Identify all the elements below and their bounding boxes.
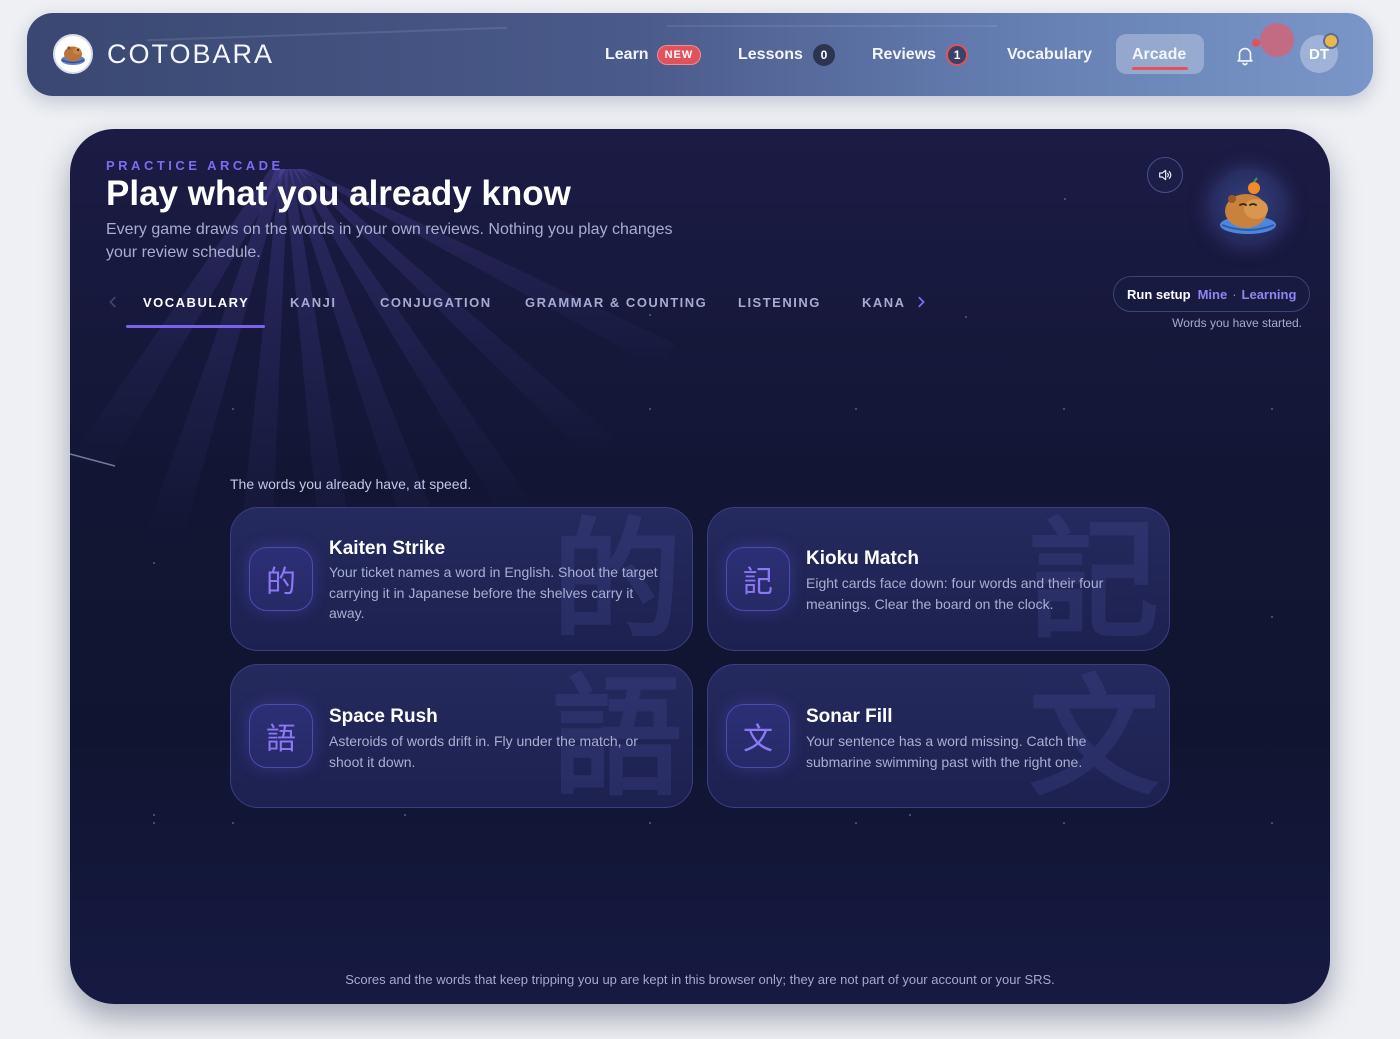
page-subtitle: Every game draws on the words in your ow… bbox=[106, 221, 673, 261]
nav-lessons[interactable]: Lessons 0 bbox=[738, 42, 835, 68]
notification-dot bbox=[1252, 39, 1260, 47]
top-navigation-bar: COTOBARA Learn NEW Lessons 0 Reviews 1 V… bbox=[27, 13, 1373, 96]
reviews-count-badge: 1 bbox=[946, 44, 969, 66]
tab-kanji[interactable]: KANJI bbox=[290, 295, 337, 310]
page-title: Play what you already know bbox=[106, 174, 571, 213]
game-description: Your sentence has a word missing. Catch … bbox=[806, 733, 1087, 770]
game-card-sonar-fill[interactable]: 文 文 Sonar Fill Your sentence has a word … bbox=[707, 664, 1170, 808]
game-card-space-rush[interactable]: 語 語 Space Rush Asteroids of words drift … bbox=[230, 664, 693, 808]
privacy-footnote: Scores and the words that keep tripping … bbox=[345, 972, 1055, 987]
tab-conjugation[interactable]: CONJUGATION bbox=[380, 295, 492, 310]
speaker-icon bbox=[1159, 169, 1172, 181]
nav-arcade-label: Arcade bbox=[1132, 46, 1187, 63]
tab-kana[interactable]: KANA bbox=[862, 295, 906, 310]
game-description: Asteroids of words drift in. Fly under t… bbox=[329, 733, 638, 770]
sound-toggle-button[interactable] bbox=[1147, 157, 1183, 193]
nav-vocabulary[interactable]: Vocabulary bbox=[1007, 42, 1092, 68]
game-title: Kaiten Strike bbox=[329, 538, 446, 559]
chevron-right-icon[interactable] bbox=[914, 295, 928, 309]
game-title: Sonar Fill bbox=[806, 706, 893, 727]
active-tab-underline bbox=[126, 325, 265, 328]
game-description: Your ticket names a word in English. Sho… bbox=[329, 564, 658, 621]
kanji-glyph-icon: 語 bbox=[249, 704, 313, 768]
tab-grammar-counting[interactable]: GRAMMAR & COUNTING bbox=[525, 295, 707, 310]
game-card-kaiten-strike[interactable]: 的 的 Kaiten Strike Your ticket names a wo… bbox=[230, 507, 693, 651]
game-card-kioku-match[interactable]: 記 記 Kioku Match Eight cards face down: f… bbox=[707, 507, 1170, 651]
kanji-glyph-icon: 文 bbox=[726, 704, 790, 768]
section-lede: The words you already have, at speed. bbox=[230, 476, 472, 492]
run-setup-separator: · bbox=[1232, 286, 1237, 302]
main-nav: Learn NEW Lessons 0 Reviews 1 Vocabulary… bbox=[27, 13, 1373, 96]
run-setup-scope: Learning bbox=[1241, 286, 1297, 302]
nav-learn-label: Learn bbox=[605, 46, 649, 63]
arcade-panel: PRACTICE ARCADE Play what you already kn… bbox=[70, 129, 1330, 1004]
game-grid: 的 的 Kaiten Strike Your ticket names a wo… bbox=[230, 507, 1170, 808]
nav-arcade[interactable]: Arcade bbox=[1132, 42, 1186, 68]
run-setup-note: Words you have started. bbox=[1172, 316, 1302, 330]
game-description: Eight cards face down: four words and th… bbox=[806, 575, 1104, 612]
kanji-glyph-icon: 的 bbox=[249, 547, 313, 611]
capybara-mascot bbox=[1210, 169, 1286, 245]
new-badge: NEW bbox=[656, 45, 702, 65]
run-setup-source: Mine bbox=[1197, 286, 1228, 302]
nav-active-underline bbox=[1132, 67, 1188, 70]
capybara-mascot-icon bbox=[1220, 177, 1276, 234]
nav-reviews-label: Reviews bbox=[872, 46, 937, 63]
game-title: Kioku Match bbox=[806, 548, 919, 569]
nav-vocabulary-label: Vocabulary bbox=[1007, 46, 1093, 63]
decorative-dot bbox=[1260, 23, 1294, 57]
bell-icon[interactable] bbox=[1234, 44, 1256, 66]
category-tabs: VOCABULARY KANJI CONJUGATION GRAMMAR & C… bbox=[106, 287, 986, 331]
section-eyebrow: PRACTICE ARCADE bbox=[106, 158, 284, 173]
run-setup-button[interactable]: Run setup Mine · Learning bbox=[1113, 276, 1311, 312]
run-setup-label: Run setup bbox=[1127, 286, 1191, 302]
tab-vocabulary[interactable]: VOCABULARY bbox=[143, 295, 249, 310]
lessons-count-badge: 0 bbox=[812, 44, 835, 66]
nav-reviews[interactable]: Reviews 1 bbox=[872, 42, 969, 68]
avatar-badge-icon bbox=[1323, 33, 1339, 49]
game-title: Space Rush bbox=[329, 706, 438, 727]
nav-lessons-label: Lessons bbox=[738, 46, 803, 63]
nav-learn[interactable]: Learn NEW bbox=[605, 42, 702, 68]
kanji-glyph-icon: 記 bbox=[726, 547, 790, 611]
tab-listening[interactable]: LISTENING bbox=[738, 295, 821, 310]
chevron-left-icon[interactable] bbox=[106, 295, 120, 309]
